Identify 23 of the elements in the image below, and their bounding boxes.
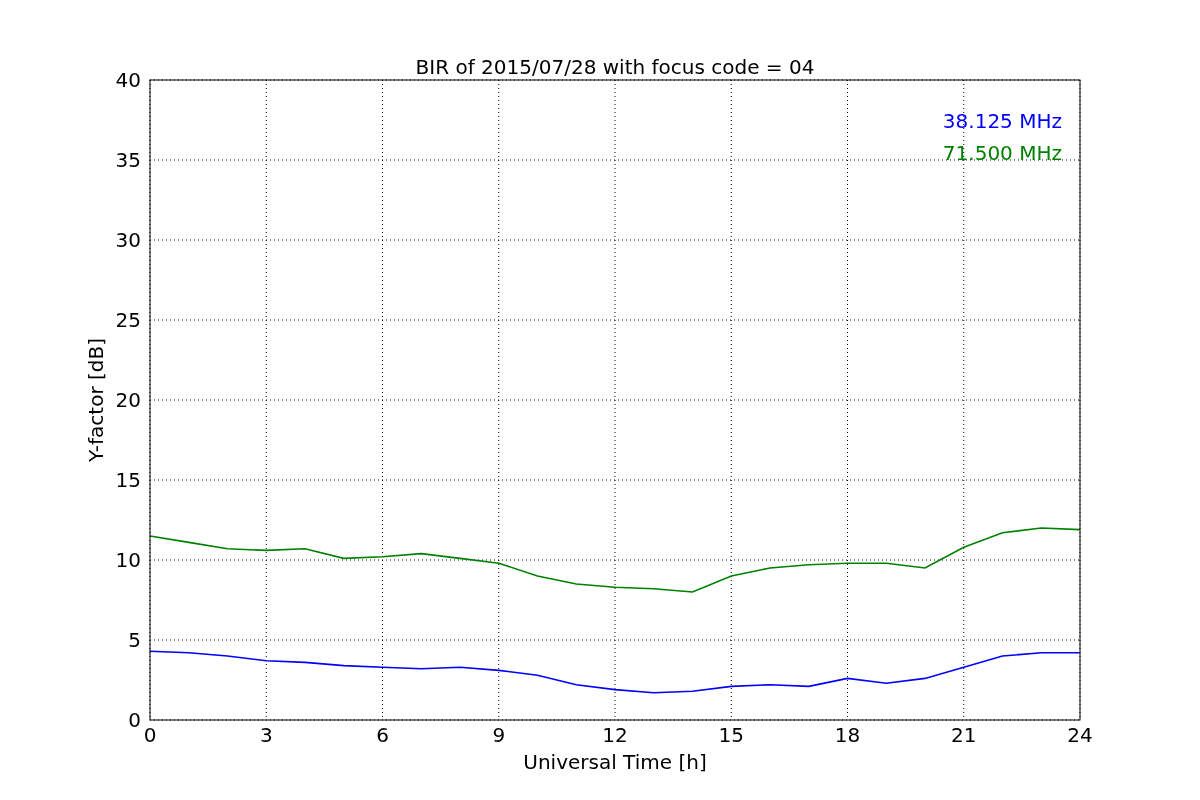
y-tick-label: 10 [115,548,141,572]
y-axis-label: Y-factor [dB] [84,338,108,462]
y-tick-label: 35 [115,148,141,172]
y-tick-label: 20 [115,388,141,412]
x-tick-label: 18 [834,723,861,747]
y-tick-label: 5 [128,628,141,652]
x-tick-label: 21 [951,723,977,747]
x-tick-label: 24 [1067,723,1093,747]
x-tick-label: 3 [259,723,273,747]
x-tick-label: 15 [718,723,744,747]
y-tick-label: 15 [115,468,141,492]
x-tick-label: 0 [143,723,157,747]
y-tick-label: 25 [115,308,141,332]
x-tick-label: 12 [602,723,628,747]
y-tick-label: 30 [115,228,141,252]
x-tick-label: 6 [376,723,389,747]
y-tick-label: 0 [128,708,141,732]
y-tick-label: 40 [115,68,141,92]
x-axis-label: Universal Time [h] [523,750,707,774]
legend-label: 71.500 MHz [942,141,1062,165]
chart-title: BIR of 2015/07/28 with focus code = 04 [415,55,815,79]
x-tick-label: 9 [492,723,506,747]
legend-label: 38.125 MHz [942,109,1062,133]
